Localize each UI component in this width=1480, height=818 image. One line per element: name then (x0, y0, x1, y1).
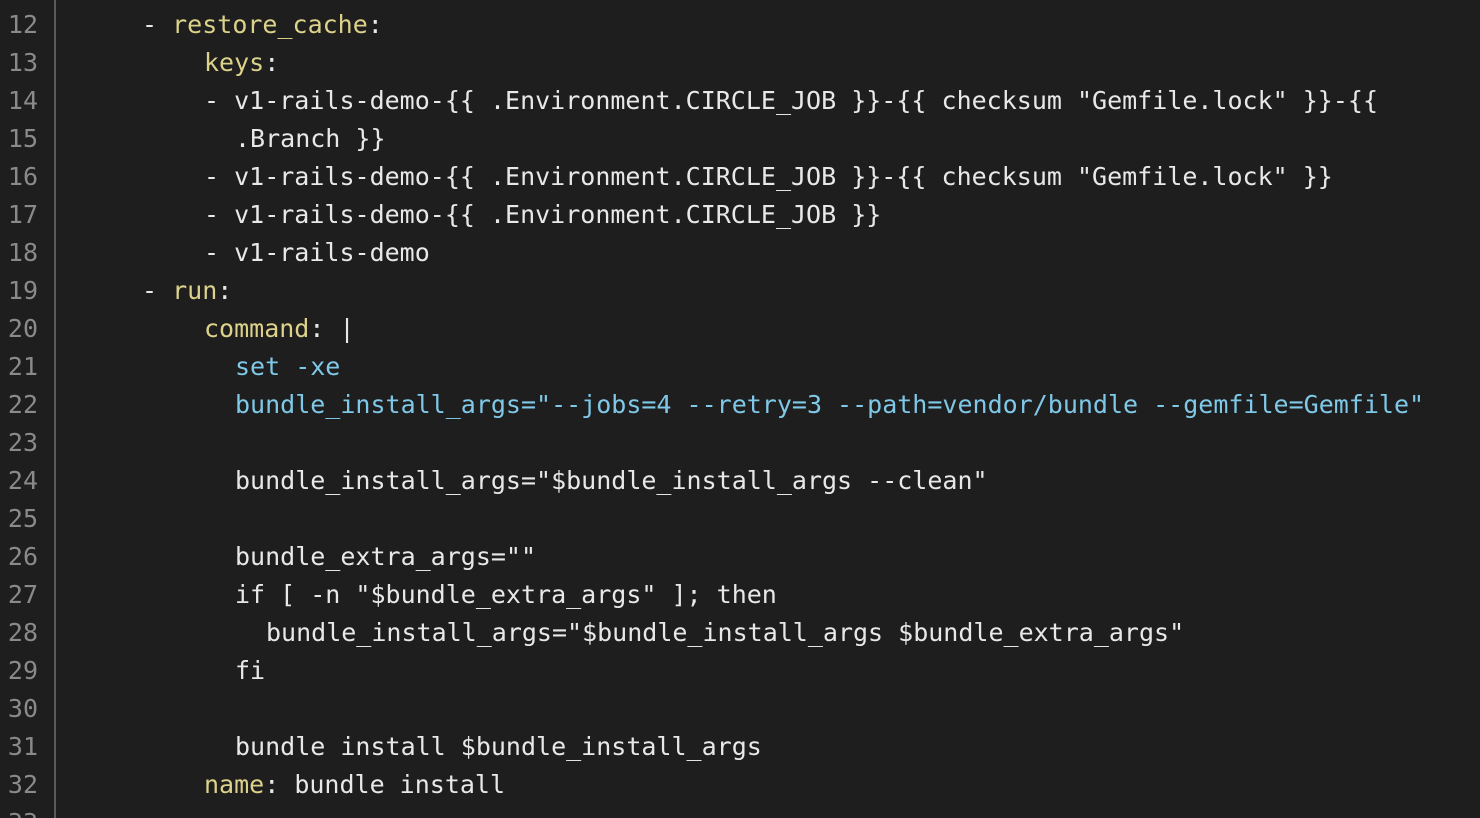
line-code: command: | (204, 310, 355, 348)
code-token: bundle_install_args="$bundle_install_arg… (266, 618, 1185, 647)
line-code: bundle_extra_args="" (235, 538, 536, 576)
line-code: .Branch }} (235, 120, 386, 158)
code-token: bundle_extra_args="" (235, 542, 537, 571)
line-number: 30 (7, 694, 38, 723)
code-token: bundle_install_args="$bundle_install_arg… (235, 466, 988, 495)
code-token: set -xe (235, 352, 341, 381)
code-token: : | (309, 314, 355, 343)
code-token: - (142, 276, 173, 305)
code-line[interactable]: 17 - v1-rails-demo-{{ .Environment.CIRCLE… (0, 196, 1480, 234)
code-token: fi (235, 656, 266, 685)
code-line[interactable]: 26 bundle_extra_args="" (0, 538, 1480, 576)
line-number: 13 (7, 48, 38, 77)
line-number: 19 (7, 276, 38, 305)
code-line[interactable]: 31 bundle install $bundle_install_args (0, 728, 1480, 766)
code-lines: 12 - restore_cache: 13 keys: 14 - v1-rails-de… (0, 6, 1480, 818)
code-line[interactable]: 33 (0, 804, 1480, 818)
line-code: - v1-rails-demo-{{ .Environment.CIRCLE_J… (204, 82, 1378, 120)
code-line[interactable]: 12 - restore_cache: (0, 6, 1480, 44)
line-number: 26 (7, 542, 38, 571)
line-number: 32 (7, 770, 38, 799)
code-line[interactable]: 13 keys: (0, 44, 1480, 82)
code-token: keys (204, 48, 265, 77)
code-line[interactable]: 25 (0, 500, 1480, 538)
code-token: : (367, 10, 383, 39)
line-number: 29 (7, 656, 38, 685)
line-number: 25 (7, 504, 38, 533)
line-number: 18 (7, 238, 38, 267)
code-line[interactable]: 16 - v1-rails-demo-{{ .Environment.CIRCLE… (0, 158, 1480, 196)
code-line[interactable]: 24 bundle_install_args="$bundle_install_a… (0, 462, 1480, 500)
code-line[interactable]: 21 set -xe (0, 348, 1480, 386)
line-code: bundle_install_args="$bundle_install_arg… (235, 462, 988, 500)
code-token: - v1-rails-demo (204, 238, 430, 267)
code-line[interactable]: 22 bundle_install_args="--jobs=4 --retry=… (0, 386, 1480, 424)
line-number: 14 (7, 86, 38, 115)
line-code: - restore_cache: (142, 6, 383, 44)
code-token: - v1-rails-demo-{{ .Environment.CIRCLE_J… (204, 162, 1333, 191)
code-line[interactable]: 23 (0, 424, 1480, 462)
code-token: bundle_install_args="--jobs=4 --retry=3 … (235, 390, 1425, 419)
code-line[interactable]: 18 - v1-rails-demo (0, 234, 1480, 272)
code-token: - v1-rails-demo-{{ .Environment.CIRCLE_J… (204, 200, 882, 229)
code-token: if [ -n "$bundle_extra_args" ]; then (235, 580, 777, 609)
line-code: - v1-rails-demo (204, 234, 430, 272)
line-number: 27 (7, 580, 38, 609)
line-number: 31 (7, 732, 38, 761)
code-token: - v1-rails-demo-{{ .Environment.CIRCLE_J… (204, 86, 1378, 115)
code-token: : (217, 276, 233, 305)
line-number: 23 (7, 428, 38, 457)
line-code: - run: (142, 272, 232, 310)
line-number: 33 (0, 804, 38, 818)
code-line[interactable]: 30 (0, 690, 1480, 728)
code-line[interactable]: 20 command: | (0, 310, 1480, 348)
line-number: 24 (7, 466, 38, 495)
line-code: bundle_install_args="$bundle_install_arg… (266, 614, 1184, 652)
line-number: 22 (7, 390, 38, 419)
code-token: : bundle install (264, 770, 506, 799)
code-token: name (204, 770, 265, 799)
line-code: - v1-rails-demo-{{ .Environment.CIRCLE_J… (204, 196, 881, 234)
line-code: - v1-rails-demo-{{ .Environment.CIRCLE_J… (204, 158, 1333, 196)
line-code: name: bundle install (204, 766, 505, 804)
line-code: keys: (204, 44, 279, 82)
code-token: restore_cache (172, 10, 368, 39)
code-line[interactable]: 15 .Branch }} (0, 120, 1480, 158)
code-token: - (142, 10, 173, 39)
code-line[interactable]: 29 fi (0, 652, 1480, 690)
code-line[interactable]: 19 - run: (0, 272, 1480, 310)
code-token: bundle install $bundle_install_args (235, 732, 762, 761)
code-token: .Branch }} (235, 124, 386, 153)
line-code: bundle install $bundle_install_args (235, 728, 762, 766)
line-number: 12 (7, 10, 38, 39)
code-token: command (204, 314, 310, 343)
code-line[interactable]: 28 bundle_install_args="$bundle_install_a… (0, 614, 1480, 652)
line-number: 21 (7, 352, 38, 381)
code-line[interactable]: 14 - v1-rails-demo-{{ .Environment.CIRCLE… (0, 82, 1480, 120)
line-code: set -xe (235, 348, 340, 386)
line-code: bundle_install_args="--jobs=4 --retry=3 … (235, 386, 1424, 424)
code-token: run (172, 276, 218, 305)
line-number: 16 (7, 162, 38, 191)
line-number: 15 (7, 124, 38, 153)
code-line[interactable]: 27 if [ -n "$bundle_extra_args" ]; then (0, 576, 1480, 614)
code-token: : (264, 48, 280, 77)
line-code: fi (235, 652, 265, 690)
line-code: if [ -n "$bundle_extra_args" ]; then (235, 576, 777, 614)
line-number: 17 (7, 200, 38, 229)
line-number: 28 (7, 618, 38, 647)
code-editor[interactable]: 12 - restore_cache: 13 keys: 14 - v1-rails-de… (0, 0, 1480, 818)
code-line[interactable]: 32 name: bundle install (0, 766, 1480, 804)
line-number: 20 (7, 314, 38, 343)
